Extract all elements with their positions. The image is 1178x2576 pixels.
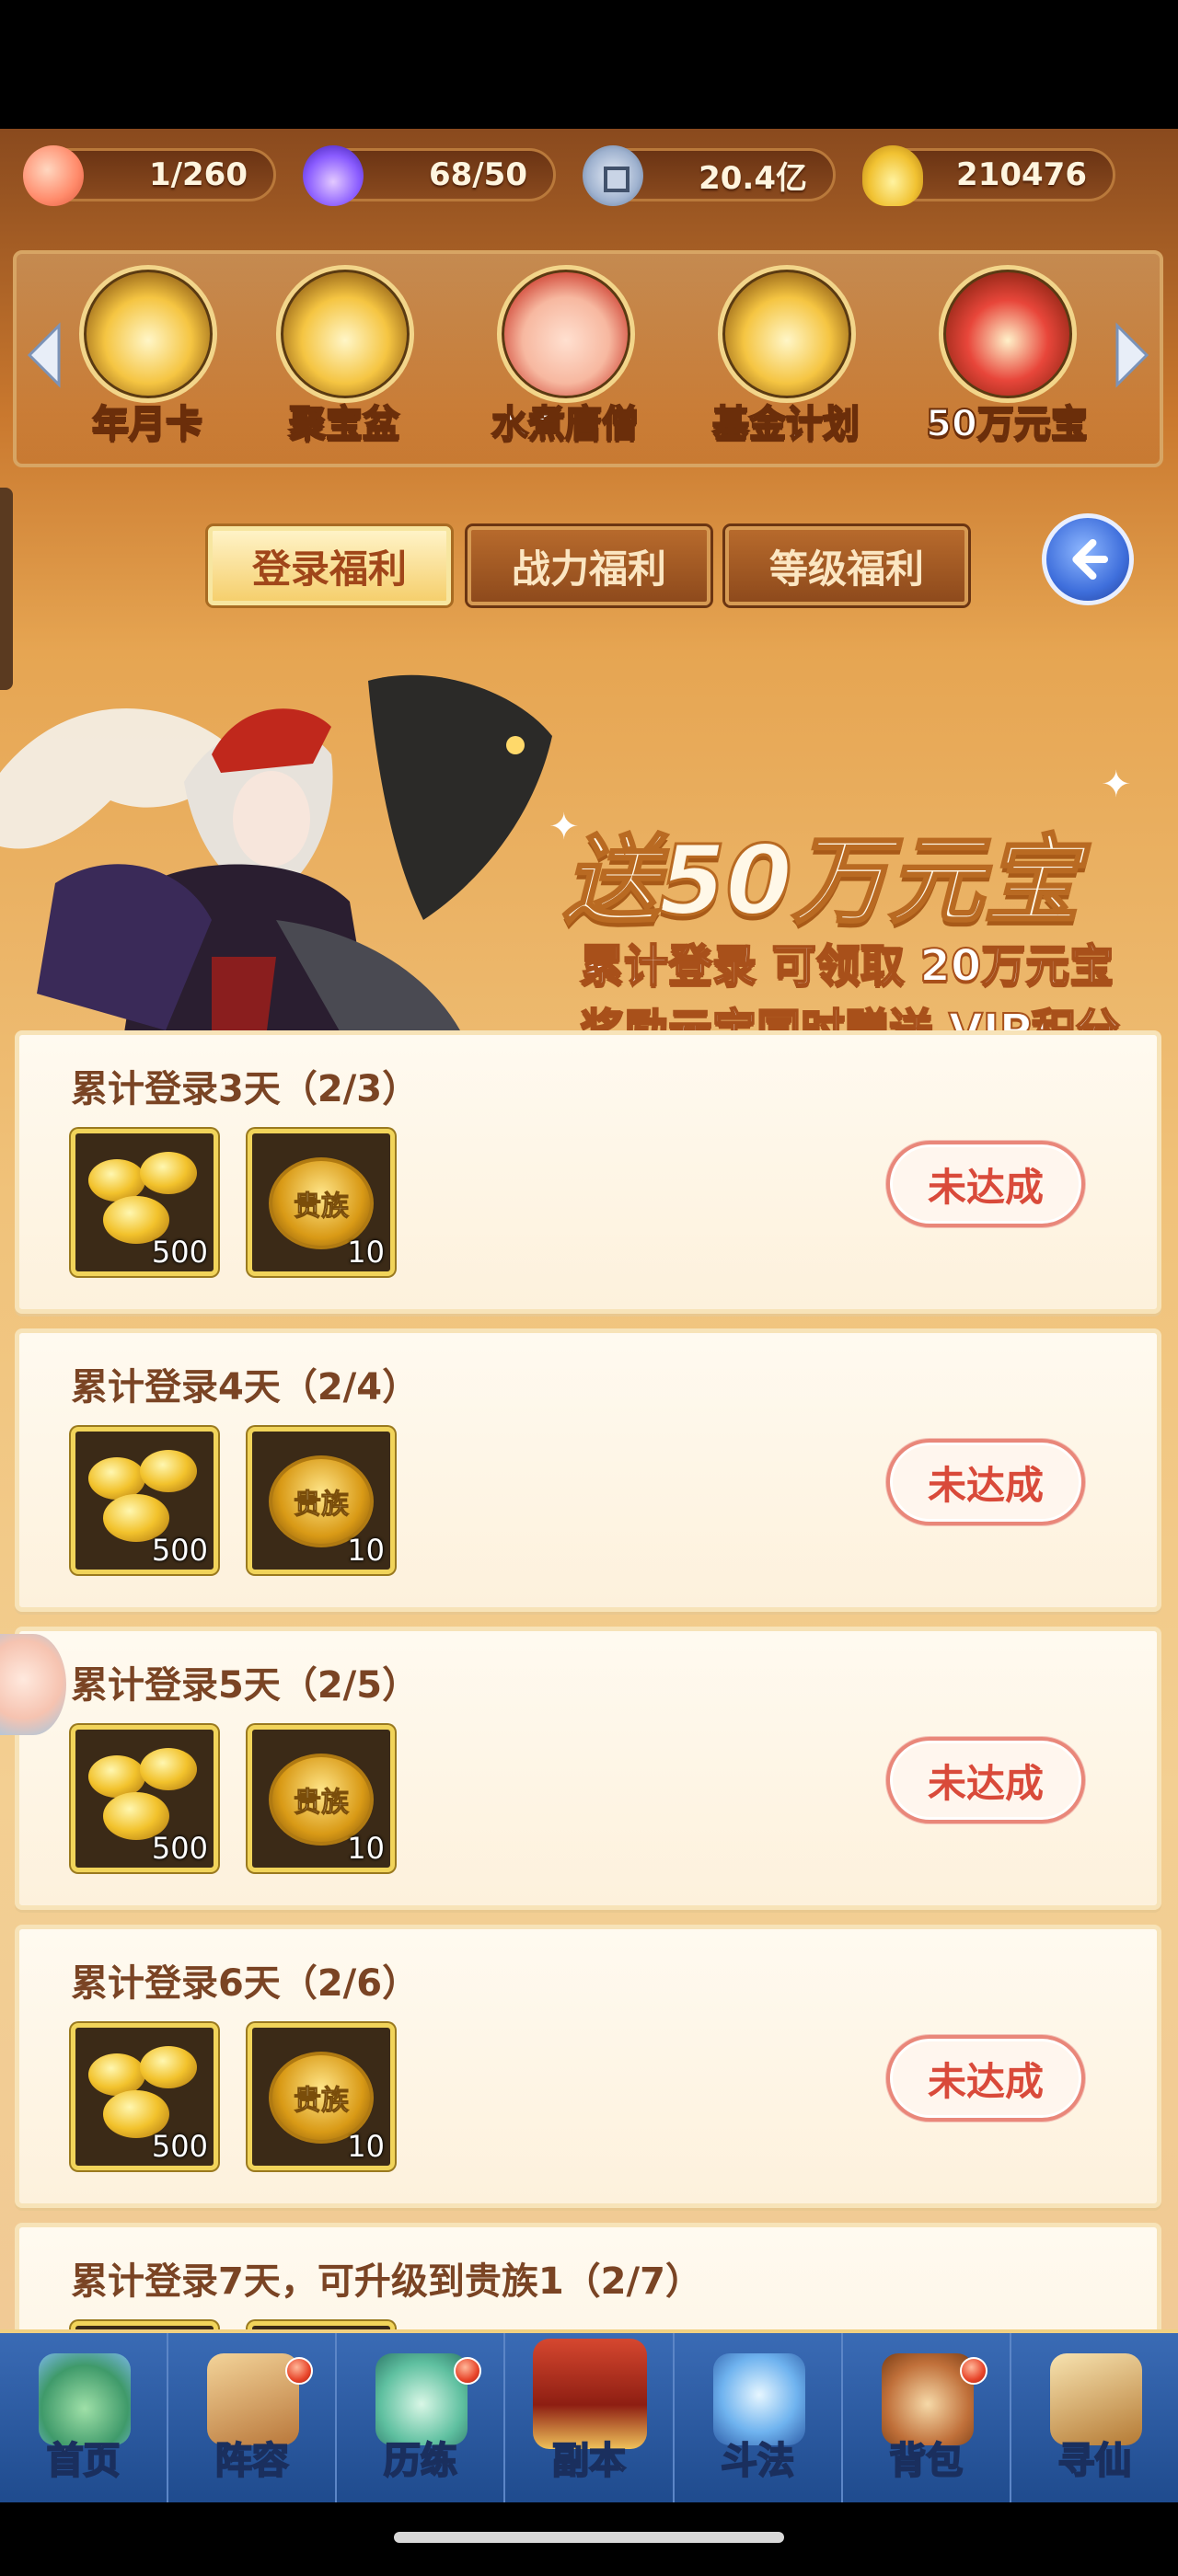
reward-count: 10: [347, 2129, 385, 2164]
nav-label: 阵容: [214, 2439, 290, 2483]
nav-home[interactable]: 首页: [0, 2333, 169, 2502]
resource-value: 20.4亿: [699, 159, 807, 197]
task-status-button[interactable]: 未达成: [886, 1141, 1085, 1227]
tab-power-welfare[interactable]: 战力福利: [468, 526, 710, 605]
activity-carousel: 年月卡 聚宝盆 水煮唐僧 基金计划 50万元宝: [13, 250, 1163, 467]
monthly-card-icon: [79, 265, 217, 403]
reward-count: 500: [151, 1831, 208, 1866]
spirit-flame-icon: [303, 145, 364, 206]
notification-dot: [454, 2357, 482, 2385]
tab-level-welfare[interactable]: 等级福利: [725, 526, 968, 605]
activity-label: 50万元宝: [925, 402, 1089, 446]
reward-gold-ingot[interactable]: 500: [71, 1725, 218, 1872]
nav-label: 斗法: [720, 2439, 795, 2483]
gold-ingot-icon: [862, 145, 923, 206]
bottom-nav: 首页 阵容 历练 副本 斗法 背包 寻仙: [0, 2329, 1178, 2502]
task-status-button[interactable]: 未达成: [886, 2035, 1085, 2122]
floating-assistant-avatar[interactable]: [0, 1634, 66, 1735]
reward-gold-ingot[interactable]: 500: [71, 1427, 218, 1574]
resource-copper[interactable]: 20.4亿: [583, 145, 836, 206]
nav-label: 首页: [46, 2439, 121, 2483]
back-arrow-icon: [1072, 538, 1109, 581]
nav-backpack[interactable]: 背包: [843, 2333, 1011, 2502]
activity-label: 聚宝盆: [288, 402, 400, 446]
task-card: 累计登录6天（2/6） 500 贵族 10 未达成: [15, 1925, 1161, 2208]
activity-label: 年月卡: [91, 402, 203, 446]
notification-dot: [285, 2357, 314, 2385]
gold-ingot-icon: [140, 1152, 197, 1194]
resource-ingot[interactable]: 210476: [862, 145, 1115, 206]
treasure-bowl-icon: [276, 265, 414, 403]
nav-seek-immortal[interactable]: 寻仙: [1011, 2333, 1178, 2502]
fund-plan-icon: [718, 265, 856, 403]
nav-dungeon[interactable]: 副本: [505, 2333, 675, 2502]
peach-icon: [23, 145, 84, 206]
activity-fund-plan[interactable]: 基金计划: [694, 265, 878, 458]
nav-label: 副本: [551, 2439, 627, 2483]
reward-noble-badge[interactable]: 贵族 10: [248, 1725, 395, 1872]
promo-title: 送50万元宝: [562, 823, 1081, 938]
task-title: 累计登录3天（2/3）: [71, 1068, 420, 1110]
activity-label: 基金计划: [711, 402, 860, 446]
notification-dot: [959, 2357, 987, 2385]
promo-line-1: 累计登录 可领取 20万元宝: [579, 939, 1114, 993]
gold-ingot-icon: [140, 2046, 197, 2088]
nav-label: 历练: [383, 2439, 458, 2483]
nav-label: 寻仙: [1057, 2439, 1132, 2483]
resource-value: 1/260: [148, 156, 248, 193]
gold-ingot-icon: [140, 1450, 197, 1492]
resource-spirit[interactable]: 68/50: [303, 145, 556, 206]
reward-count: 10: [347, 1235, 385, 1270]
monk-face-icon: [497, 265, 635, 403]
resource-value: 68/50: [428, 156, 527, 193]
activity-boiled-monk[interactable]: 水煮唐僧: [473, 265, 657, 458]
nav-label: 背包: [888, 2439, 964, 2483]
activity-treasure-bowl[interactable]: 聚宝盆: [252, 265, 436, 458]
back-button[interactable]: [1042, 513, 1134, 605]
reward-gold-ingot[interactable]: 500: [71, 1129, 218, 1276]
task-title: 累计登录6天（2/6）: [71, 1962, 420, 2005]
reward-count: 500: [151, 2129, 208, 2164]
carousel-next-button[interactable]: [1114, 318, 1150, 392]
sparkle-icon: ✦: [1101, 764, 1132, 806]
task-title: 累计登录5天（2/5）: [71, 1664, 420, 1707]
reward-count: 500: [151, 1235, 208, 1270]
triangle-right-icon: [1115, 322, 1149, 388]
treasure-chest-icon: [939, 265, 1077, 403]
nav-lineup[interactable]: 阵容: [168, 2333, 338, 2502]
tab-login-welfare[interactable]: 登录福利: [208, 526, 451, 605]
resource-value: 210476: [956, 156, 1087, 193]
reward-noble-badge[interactable]: 贵族 10: [248, 2023, 395, 2170]
task-card: 累计登录4天（2/4） 500 贵族 10 未达成: [15, 1328, 1161, 1612]
reward-noble-badge[interactable]: 贵族 10: [248, 1129, 395, 1276]
task-status-button[interactable]: 未达成: [886, 1439, 1085, 1525]
nav-training[interactable]: 历练: [337, 2333, 506, 2502]
home-indicator[interactable]: [394, 2532, 784, 2543]
task-title: 累计登录4天（2/4）: [71, 1366, 420, 1409]
reward-count: 10: [347, 1831, 385, 1866]
activity-monthly-card[interactable]: 年月卡: [55, 265, 239, 458]
nav-battle[interactable]: 斗法: [675, 2333, 843, 2502]
reward-count: 10: [347, 1533, 385, 1568]
reward-count: 500: [151, 1533, 208, 1568]
resource-bar: 1/260 68/50 20.4亿 210476: [0, 129, 1178, 221]
task-title: 累计登录7天，可升级到贵族1（2/7）: [71, 2260, 702, 2303]
app-screen: 1/260 68/50 20.4亿 210476 年月卡 聚宝盆 水煮唐僧 基金…: [0, 0, 1178, 2576]
task-card: 累计登录5天（2/5） 500 贵族 10 未达成: [15, 1627, 1161, 1910]
task-status-button[interactable]: 未达成: [886, 1737, 1085, 1823]
copper-coin-icon: [583, 145, 643, 206]
task-card: 累计登录3天（2/3） 500 贵族 10 未达成: [15, 1030, 1161, 1314]
activity-label: 水煮唐僧: [491, 402, 640, 446]
gold-ingot-icon: [140, 1748, 197, 1790]
welfare-page: 1/260 68/50 20.4亿 210476 年月卡 聚宝盆 水煮唐僧 基金…: [0, 129, 1178, 2502]
reward-gold-ingot[interactable]: 500: [71, 2023, 218, 2170]
resource-peach[interactable]: 1/260: [23, 145, 276, 206]
reward-noble-badge[interactable]: 贵族 10: [248, 1427, 395, 1574]
activity-500k-ingots[interactable]: 50万元宝: [915, 265, 1099, 458]
